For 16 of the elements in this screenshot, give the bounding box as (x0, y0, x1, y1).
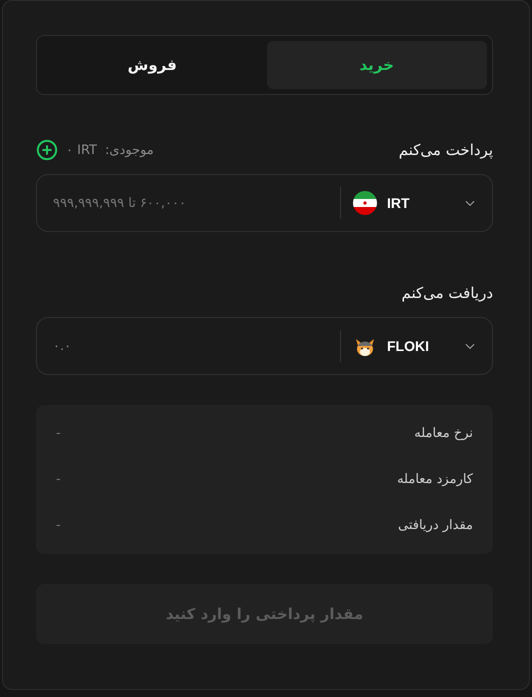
summary-label: نرخ معامله (414, 426, 473, 441)
summary-value: - (56, 518, 61, 533)
currency-selector[interactable]: IRT (340, 187, 441, 219)
summary-value: - (56, 426, 61, 441)
tab[interactable]: فروش (42, 41, 262, 89)
summary-value: - (56, 472, 61, 487)
section-label: دریافت می‌کنم (401, 284, 493, 302)
flag-icon (353, 191, 377, 215)
summary-label: کارمزد معامله (397, 472, 473, 487)
balance-label: موجودی: (104, 142, 154, 158)
currency-selector[interactable]: FLOKI (340, 330, 441, 362)
plus-icon[interactable] (36, 139, 58, 161)
balance-value: ۰ IRT (66, 142, 97, 158)
section-label: پرداخت می‌کنم (398, 141, 493, 159)
summary-label: مقدار دریافتی (398, 518, 473, 533)
tab[interactable]: خرید (266, 41, 487, 89)
